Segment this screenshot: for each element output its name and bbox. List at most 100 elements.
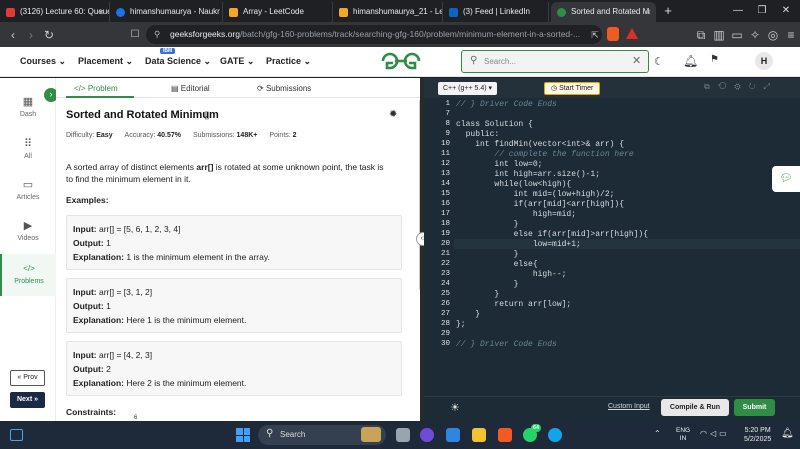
code-line[interactable]: int high=arr.size()-1; bbox=[456, 170, 600, 179]
nav-data-science[interactable]: Data Science ⌄ bbox=[145, 56, 211, 67]
copilot-icon[interactable] bbox=[446, 428, 460, 442]
fullscreen-icon[interactable]: ⤢ bbox=[764, 82, 778, 91]
code-line[interactable]: class Solution { bbox=[456, 120, 533, 129]
taskbar-search[interactable]: ⚲ Search bbox=[258, 425, 386, 445]
code-line[interactable]: public: bbox=[456, 130, 500, 139]
code-line[interactable]: } bbox=[456, 220, 519, 229]
code-line[interactable]: // complete the function here bbox=[456, 150, 633, 159]
edge-icon[interactable] bbox=[548, 428, 562, 442]
close-icon[interactable]: × bbox=[99, 2, 104, 22]
code-line[interactable]: } bbox=[456, 280, 519, 289]
start-icon[interactable] bbox=[236, 428, 250, 442]
file-explorer-icon[interactable] bbox=[472, 428, 486, 442]
code-line[interactable]: high--; bbox=[456, 270, 567, 279]
code-line[interactable]: if(arr[mid]<arr[high]){ bbox=[456, 200, 624, 209]
widgets-icon[interactable] bbox=[10, 429, 23, 441]
browser-tab-leetcode[interactable]: Array - LeetCode bbox=[223, 2, 333, 22]
url-bar[interactable]: ⚲ geeksforgeeks.org/batch/gfg-160-proble… bbox=[146, 25, 602, 44]
next-problem-button[interactable]: Next » bbox=[10, 392, 45, 408]
custom-input-link[interactable]: Custom Input bbox=[608, 403, 650, 410]
nav-practice[interactable]: Practice ⌄ bbox=[266, 56, 311, 67]
back-icon[interactable]: ‹ bbox=[4, 26, 22, 44]
gfg-logo[interactable] bbox=[381, 52, 421, 70]
code-line[interactable]: int low=0; bbox=[456, 160, 542, 169]
search-input[interactable]: ⚲ Search... ✕ bbox=[461, 50, 649, 73]
rail-item-problems[interactable]: </> Problems bbox=[0, 254, 56, 296]
rail-item-articles[interactable]: ▭ Articles bbox=[0, 179, 56, 201]
nav-gate[interactable]: GATE ⌄ bbox=[220, 56, 254, 67]
notification-bell-icon[interactable]: 🔔︎ bbox=[683, 54, 698, 68]
code-line[interactable]: while(low<high){ bbox=[456, 180, 571, 189]
bookmark-problem-icon[interactable]: ▯ bbox=[204, 110, 210, 121]
reset-icon[interactable]: ⟲ bbox=[718, 82, 735, 91]
minimize-icon[interactable]: — bbox=[726, 0, 750, 22]
rail-item-all[interactable]: ⠿ All bbox=[0, 138, 56, 160]
nav-placement[interactable]: Placement ⌄ bbox=[78, 56, 133, 67]
code-line[interactable]: }; bbox=[456, 320, 466, 329]
rail-item-dash[interactable]: ▦ Dash bbox=[0, 96, 56, 118]
code-line[interactable]: else{ bbox=[456, 260, 538, 269]
restore-icon[interactable]: ❐ bbox=[750, 0, 774, 22]
code-line[interactable]: // } Driver Code Ends bbox=[456, 100, 557, 109]
bookmark-icon[interactable]: ☐ bbox=[126, 26, 144, 44]
menu-icon[interactable]: ≡ bbox=[782, 26, 800, 44]
browser-tab-youtube[interactable]: (3126) Lecture 60: Queue × bbox=[0, 2, 110, 22]
tab-submissions[interactable]: ⟳ Submissions bbox=[257, 84, 311, 93]
theme-toggle-icon[interactable]: ☀ bbox=[450, 401, 460, 414]
tab-editorial[interactable]: ▤ Editorial bbox=[171, 84, 210, 93]
code-line[interactable]: int mid=(low+high)/2; bbox=[456, 190, 615, 199]
close-icon[interactable]: × bbox=[646, 2, 651, 22]
code-line[interactable]: } bbox=[456, 290, 499, 299]
forward-icon[interactable]: › bbox=[22, 26, 40, 44]
browser-tab-naukri[interactable]: himanshumaurya - Naukr bbox=[110, 2, 223, 22]
avatar[interactable]: H bbox=[755, 52, 773, 70]
browser-tab-active[interactable]: Sorted and Rotated M × bbox=[551, 2, 656, 22]
code-line[interactable]: high=mid; bbox=[456, 210, 576, 219]
tray-chevron-icon[interactable]: ⌃ bbox=[654, 429, 661, 438]
clock[interactable]: 5:20 PM 5/2/2025 bbox=[744, 426, 771, 444]
code-line[interactable]: int findMin(vector<int>& arr) { bbox=[456, 140, 624, 149]
site-info-icon[interactable]: ⚲ bbox=[154, 25, 160, 44]
system-tray[interactable]: ◠◁▭ bbox=[700, 429, 730, 438]
close-window-icon[interactable]: ✕ bbox=[774, 0, 798, 22]
code-line[interactable]: } bbox=[456, 310, 480, 319]
chat-icon[interactable]: 💬︎ bbox=[772, 166, 800, 192]
brave-icon[interactable] bbox=[498, 428, 512, 442]
clear-search-icon[interactable]: ✕ bbox=[632, 54, 641, 67]
code-line[interactable]: } bbox=[456, 250, 519, 259]
code-line[interactable]: low=mid+1; bbox=[456, 240, 581, 249]
refresh-icon[interactable]: ↻ bbox=[749, 82, 764, 91]
language-indicator[interactable]: ENG IN bbox=[676, 427, 690, 443]
translate-icon[interactable]: ⚑ bbox=[710, 54, 719, 65]
prev-problem-button[interactable]: « Prov bbox=[10, 370, 45, 386]
code-line[interactable]: // } Driver Code Ends bbox=[456, 340, 557, 349]
new-tab-button[interactable]: + bbox=[656, 0, 680, 22]
rail-item-videos[interactable]: ▶ Videos bbox=[0, 220, 56, 242]
report-bug-icon[interactable]: ✹ bbox=[389, 109, 397, 120]
sidebar-icon[interactable]: ▥ bbox=[710, 26, 728, 44]
share-icon[interactable]: ⇱ bbox=[586, 26, 604, 44]
task-view-icon[interactable] bbox=[396, 428, 410, 442]
dark-mode-icon[interactable]: ☾ bbox=[654, 55, 664, 68]
brave-rewards-icon[interactable] bbox=[626, 28, 638, 39]
brave-shield-icon[interactable] bbox=[607, 27, 619, 41]
reload-icon[interactable]: ↻ bbox=[40, 26, 58, 44]
teams-icon[interactable] bbox=[420, 428, 434, 442]
submit-button[interactable]: Submit bbox=[734, 399, 775, 416]
vpn-icon[interactable]: ◎ bbox=[764, 26, 782, 44]
language-select[interactable]: C++ (g++ 5.4) ▾ bbox=[438, 82, 498, 95]
start-timer-button[interactable]: ◷ Start Timer bbox=[544, 82, 601, 95]
copy-icon[interactable]: ⧉ bbox=[704, 82, 718, 91]
code-line[interactable]: return arr[low]; bbox=[456, 300, 571, 309]
extensions-icon[interactable]: ⧉ bbox=[692, 26, 710, 44]
browser-tab-leetcode-profile[interactable]: himanshumaurya_21 - Le bbox=[333, 2, 443, 22]
compile-run-button[interactable]: Compile & Run bbox=[661, 399, 729, 416]
browser-tab-linkedin[interactable]: (3) Feed | LinkedIn bbox=[443, 2, 549, 22]
tab-problem[interactable]: </> Problem bbox=[74, 84, 118, 93]
code-line[interactable]: else if(arr[mid]>arr[high]){ bbox=[456, 230, 648, 239]
settings-icon[interactable]: ⚙ bbox=[734, 82, 748, 91]
wallet-icon[interactable]: ▭ bbox=[728, 26, 746, 44]
notification-icon[interactable]: 🔔︎ bbox=[781, 428, 794, 439]
nav-courses[interactable]: Courses ⌄ bbox=[20, 56, 66, 67]
leo-icon[interactable]: ✧ bbox=[746, 26, 764, 44]
